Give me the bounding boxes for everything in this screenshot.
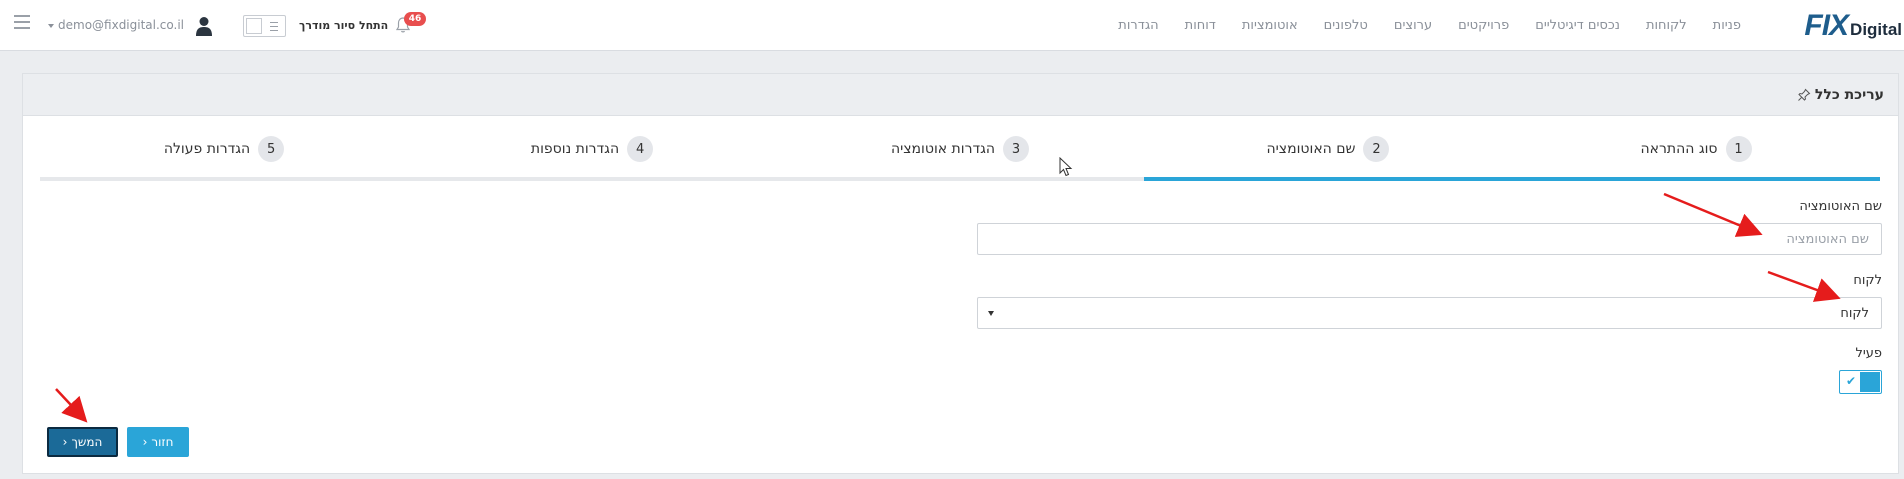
step-label: סוג ההתראה [1640, 141, 1718, 157]
step-automation-settings[interactable]: 3 הגדרות אוטומציה [776, 116, 1144, 181]
step-label: הגדרות פעולה [163, 141, 251, 157]
notifications-badge: 46 [404, 12, 426, 26]
pin-icon [1798, 88, 1811, 101]
chevron-left-icon: ‹ [62, 435, 68, 449]
logo-digital-text: Digital [1850, 20, 1902, 39]
nav-item-digital-assets[interactable]: נכסים דיגיטליים [1522, 18, 1633, 33]
automation-name-label: שם האוטומציה [1799, 199, 1882, 214]
step-number: 2 [1363, 136, 1390, 162]
mouse-cursor-icon [1059, 157, 1073, 177]
toggle-fill [1860, 372, 1880, 392]
nav-item-channels[interactable]: ערוצים [1381, 18, 1445, 33]
edit-rule-panel: עריכת כלל 1 סוג ההתראה 2 שם האוטומציה 3 [22, 73, 1899, 474]
nav-item-inquiries[interactable]: פניות [1700, 18, 1754, 33]
chevron-down-icon [48, 23, 54, 28]
step-label: הגדרות אוטומציה [890, 141, 996, 157]
automation-form: שם האוטומציה לקוח לקוח פעיל ✔ [977, 199, 1882, 394]
tour-label: התחל סיור מודרך [299, 19, 389, 32]
caret-down-icon [988, 311, 994, 316]
step-label: הגדרות נוספות [530, 141, 620, 157]
step-automation-name[interactable]: 2 שם האוטומציה [1144, 116, 1512, 181]
nav-item-customers[interactable]: לקוחות [1633, 18, 1700, 33]
panel-header: עריכת כלל [23, 74, 1898, 116]
step-number: 1 [1725, 136, 1752, 162]
main-nav: פניות לקוחות נכסים דיגיטליים פרויקטים ער… [1105, 0, 1754, 51]
step-progress-bar [1512, 177, 1880, 181]
hamburger-menu-icon[interactable] [14, 15, 30, 29]
automation-name-input[interactable] [977, 223, 1882, 255]
back-button[interactable]: חזור ‹ [127, 427, 189, 457]
chevron-left-icon: ‹ [142, 435, 148, 449]
step-progress-bar [1144, 177, 1512, 181]
nav-item-automations[interactable]: אוטומציות [1229, 18, 1311, 33]
step-additional-settings[interactable]: 4 הגדרות נוספות [408, 116, 776, 181]
customer-select[interactable]: לקוח [977, 297, 1882, 329]
nav-item-projects[interactable]: פרויקטים [1445, 18, 1522, 33]
step-action-settings[interactable]: 5 הגדרות פעולה [40, 116, 408, 181]
check-icon: ✔ [1846, 374, 1857, 388]
fix-digital-logo[interactable]: FIX Digital [1804, 9, 1902, 42]
step-number: 4 [627, 136, 654, 162]
toggle-lines-icon [270, 22, 278, 34]
wizard-steps: 1 סוג ההתראה 2 שם האוטומציה 3 הגדרות אוט… [40, 116, 1880, 181]
step-alert-type[interactable]: 1 סוג ההתראה [1512, 116, 1880, 181]
user-email: demo@fixdigital.co.il [58, 18, 185, 32]
panel-title: עריכת כלל [1797, 87, 1884, 103]
active-label: פעיל [1855, 346, 1882, 361]
toggle-knob [246, 18, 262, 34]
user-avatar-icon[interactable] [195, 16, 213, 36]
customer-select-value: לקוח [1840, 306, 1869, 321]
step-number: 3 [1003, 136, 1030, 162]
tour-toggle-switch[interactable] [243, 15, 286, 37]
logo-fix-text: FIX [1804, 9, 1849, 42]
next-button[interactable]: המשך ‹ [47, 427, 118, 457]
back-button-label: חזור [151, 435, 174, 449]
customer-label: לקוח [1853, 273, 1882, 288]
user-menu[interactable]: demo@fixdigital.co.il [48, 18, 184, 32]
panel-title-text: עריכת כלל [1814, 87, 1884, 103]
nav-item-settings[interactable]: הגדרות [1105, 18, 1171, 33]
step-progress-bar [40, 177, 408, 181]
step-progress-bar [776, 177, 1144, 181]
active-toggle[interactable]: ✔ [1839, 370, 1882, 394]
step-label: שם האוטומציה [1266, 141, 1356, 157]
step-progress-bar [408, 177, 776, 181]
step-number: 5 [258, 136, 285, 162]
nav-item-phones[interactable]: טלפונים [1311, 18, 1381, 33]
next-button-label: המשך [71, 435, 103, 449]
nav-item-reports[interactable]: דוחות [1172, 18, 1229, 33]
